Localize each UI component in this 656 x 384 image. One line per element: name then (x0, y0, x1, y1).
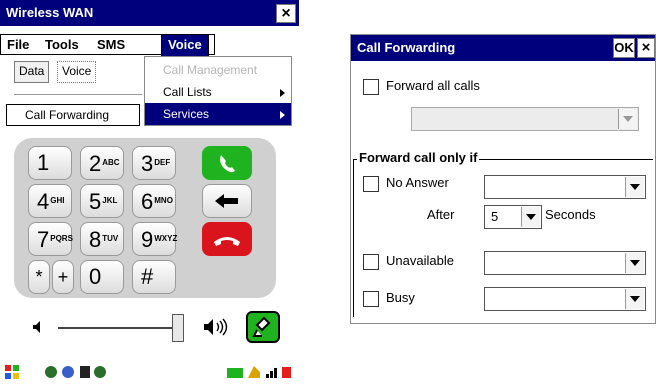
speaker-high-icon (204, 318, 228, 336)
dialog-title: Call Forwarding (357, 40, 456, 55)
menu-sms[interactable]: SMS (91, 35, 131, 54)
dropdown-arrow[interactable] (625, 177, 644, 197)
section-label: Forward call only if (357, 150, 480, 165)
dial-keypad: 1 2ABC 3DEF 4GHI 5JKL 6MNO 7PQRS 8TUV 9W… (14, 138, 276, 298)
menu-item-call-lists[interactable]: Call Lists (145, 81, 291, 103)
ok-button[interactable]: OK (613, 38, 635, 58)
no-answer-checkbox[interactable] (363, 176, 379, 192)
menu-item-services[interactable]: Services (145, 103, 291, 125)
backspace-arrow-icon (215, 194, 238, 208)
forward-all-label: Forward all calls (386, 78, 480, 93)
start-icon[interactable] (4, 364, 20, 380)
microphone-button[interactable] (246, 311, 280, 343)
dropdown-arrow[interactable] (625, 289, 644, 309)
no-answer-label: No Answer (386, 175, 449, 190)
tab-voice[interactable]: Voice (57, 61, 97, 83)
dialog-title-bar: Call Forwarding (351, 35, 655, 61)
speaker-low-icon (33, 321, 40, 333)
after-label: After (427, 207, 455, 222)
unavailable-checkbox[interactable] (363, 254, 379, 270)
dropdown-arrow[interactable] (521, 207, 540, 227)
menu-tools[interactable]: Tools (39, 35, 85, 54)
key-hash[interactable]: # (132, 260, 176, 294)
window-title: Wireless WAN (6, 5, 94, 20)
taskbar (0, 360, 299, 384)
backspace-button[interactable] (202, 184, 252, 218)
chevron-down-icon (630, 184, 640, 190)
key-0[interactable]: 0 (80, 260, 124, 294)
close-icon[interactable]: × (276, 4, 296, 23)
chevron-down-icon (630, 260, 640, 266)
voice-menu-dropdown: Call Management Call Lists Services (144, 56, 292, 126)
volume-slider-thumb[interactable] (172, 314, 184, 342)
seconds-label: Seconds (545, 207, 596, 222)
chevron-down-icon (623, 116, 633, 122)
no-answer-number-combo[interactable] (484, 175, 646, 199)
key-8[interactable]: 8TUV (80, 222, 124, 256)
key-3[interactable]: 3DEF (132, 146, 176, 180)
key-star[interactable]: * (28, 260, 50, 294)
forward-all-number-combo (411, 107, 639, 131)
menu-item-call-management: Call Management (163, 63, 258, 77)
tray-apps-icon[interactable] (44, 364, 108, 380)
status-icons[interactable] (226, 364, 294, 380)
key-1[interactable]: 1 (28, 146, 72, 180)
menu-bar: File Tools SMS Voice (0, 34, 215, 57)
chevron-right-icon (280, 89, 285, 97)
key-9[interactable]: 9WXYZ (132, 222, 177, 256)
forward-all-checkbox[interactable] (363, 79, 379, 95)
call-forwarding-dialog: Call Forwarding OK × Forward all calls F… (350, 34, 656, 324)
menu-voice[interactable]: Voice (161, 34, 209, 57)
chevron-right-icon (280, 111, 285, 119)
busy-number-combo[interactable] (484, 287, 646, 311)
key-7[interactable]: 7PQRS (28, 222, 73, 256)
tab-data[interactable]: Data (14, 61, 50, 83)
after-seconds-value: 5 (491, 209, 499, 224)
microphone-icon (252, 316, 271, 337)
phone-hangup-icon (214, 237, 240, 246)
chevron-down-icon (630, 296, 640, 302)
key-5[interactable]: 5JKL (80, 184, 124, 218)
key-2[interactable]: 2ABC (80, 146, 124, 180)
dropdown-arrow[interactable] (625, 253, 644, 273)
submenu-call-forwarding[interactable]: Call Forwarding (6, 104, 140, 126)
key-plus[interactable]: + (52, 260, 74, 294)
dropdown-arrow (618, 109, 637, 129)
call-button[interactable] (202, 146, 252, 180)
close-icon[interactable]: × (637, 38, 655, 58)
key-6[interactable]: 6MNO (132, 184, 176, 218)
phone-call-icon (220, 155, 235, 173)
window-title-bar: Wireless WAN (0, 0, 299, 26)
end-call-button[interactable] (202, 222, 252, 256)
submenu-item-label: Call Forwarding (25, 108, 110, 122)
busy-checkbox[interactable] (363, 291, 379, 307)
menu-file[interactable]: File (1, 35, 35, 54)
volume-slider-track[interactable] (58, 327, 174, 329)
key-4[interactable]: 4GHI (28, 184, 72, 218)
chevron-down-icon (526, 214, 536, 220)
unavailable-number-combo[interactable] (484, 251, 646, 275)
busy-label: Busy (386, 290, 415, 305)
after-seconds-combo[interactable]: 5 (484, 205, 542, 229)
tab-divider (14, 94, 142, 95)
unavailable-label: Unavailable (386, 253, 454, 268)
